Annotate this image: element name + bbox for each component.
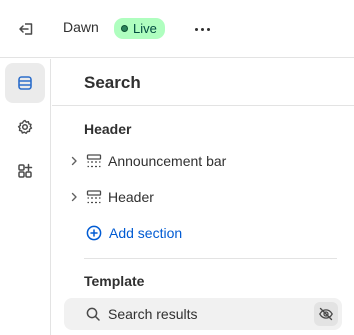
section-label: Search results [108,306,198,322]
more-actions-button[interactable] [190,17,214,41]
section-row-announcement-bar[interactable]: Announcement bar [66,146,336,176]
add-section-button[interactable]: Add section [86,222,182,244]
header-group-heading: Header [84,121,132,137]
sections-icon [18,76,32,90]
section-label: Header [108,189,154,205]
add-section-label: Add section [109,225,183,241]
exit-button[interactable] [14,17,38,41]
rail-apps-button[interactable] [5,151,45,191]
sections-panel: Search Header Announcement bar Header Ad… [52,59,354,335]
section-label: Announcement bar [108,153,227,169]
panel-title: Search [84,73,141,92]
section-icon [86,190,102,204]
template-group-heading: Template [84,273,145,289]
status-badge: Live [114,18,165,39]
section-row-header[interactable]: Header [66,182,336,212]
divider [84,258,337,259]
plus-circle-icon [86,225,102,241]
exit-icon [19,23,33,35]
search-icon [86,307,100,321]
chevron-right-icon[interactable] [66,153,82,169]
eye-slash-icon [319,307,333,321]
gear-icon [17,119,33,134]
divider [52,105,354,106]
chevron-right-icon[interactable] [66,189,82,205]
section-icon [86,154,102,168]
left-rail [0,59,51,335]
live-dot-icon [121,25,128,32]
rail-sections-button[interactable] [5,63,45,103]
toggle-visibility-button[interactable] [314,302,338,326]
rail-settings-button[interactable] [5,107,45,147]
panel-scrollbar[interactable] [348,106,354,335]
theme-name: Dawn [63,19,99,35]
status-badge-label: Live [133,21,157,36]
section-row-search-results[interactable]: Search results [64,298,342,330]
apps-icon [18,163,33,178]
top-bar: Dawn Live [0,0,354,58]
ellipsis-icon [194,27,198,31]
